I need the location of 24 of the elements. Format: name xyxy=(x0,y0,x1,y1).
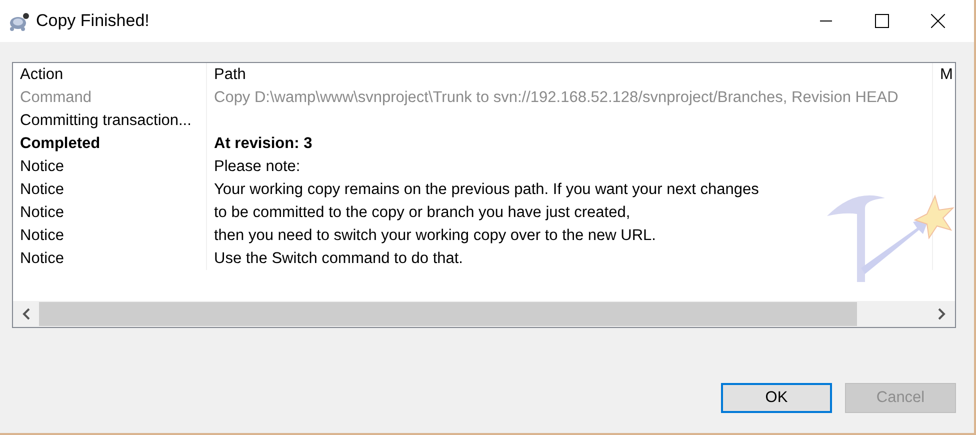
action-cell: Notice xyxy=(13,178,207,201)
action-cell: Committing transaction... xyxy=(13,109,207,132)
scroll-thumb[interactable] xyxy=(39,302,857,326)
path-cell: Please note: xyxy=(207,155,933,178)
action-cell: Completed xyxy=(13,132,207,155)
column-header[interactable]: M xyxy=(933,63,955,86)
close-icon xyxy=(931,14,945,28)
path-cell: Use the Switch command to do that. xyxy=(207,247,933,270)
ok-button[interactable]: OK xyxy=(721,383,832,413)
path-cell: Your working copy remains on the previous path. If you want your next changes xyxy=(207,178,933,201)
action-cell: Notice xyxy=(13,155,207,178)
column-header[interactable]: Action xyxy=(13,63,207,86)
action-cell: Command xyxy=(13,86,207,109)
maximize-icon xyxy=(875,14,889,28)
path-cell: then you need to switch your working copy over to the new URL. xyxy=(207,224,933,247)
action-cell: Notice xyxy=(13,224,207,247)
window-title: Copy Finished! xyxy=(36,11,150,31)
turtle-icon xyxy=(8,11,30,31)
action-cell: Notice xyxy=(13,247,207,270)
path-cell: At revision: 3 xyxy=(207,132,933,155)
horizontal-scrollbar[interactable] xyxy=(13,301,955,327)
action-cell: Notice xyxy=(13,201,207,224)
column-header[interactable]: Path xyxy=(207,63,933,86)
path-cell: Copy D:\wamp\www\svnproject\Trunk to svn://192.168.52.128/svnproject/Branches, Revision HEAD xyxy=(207,86,933,109)
